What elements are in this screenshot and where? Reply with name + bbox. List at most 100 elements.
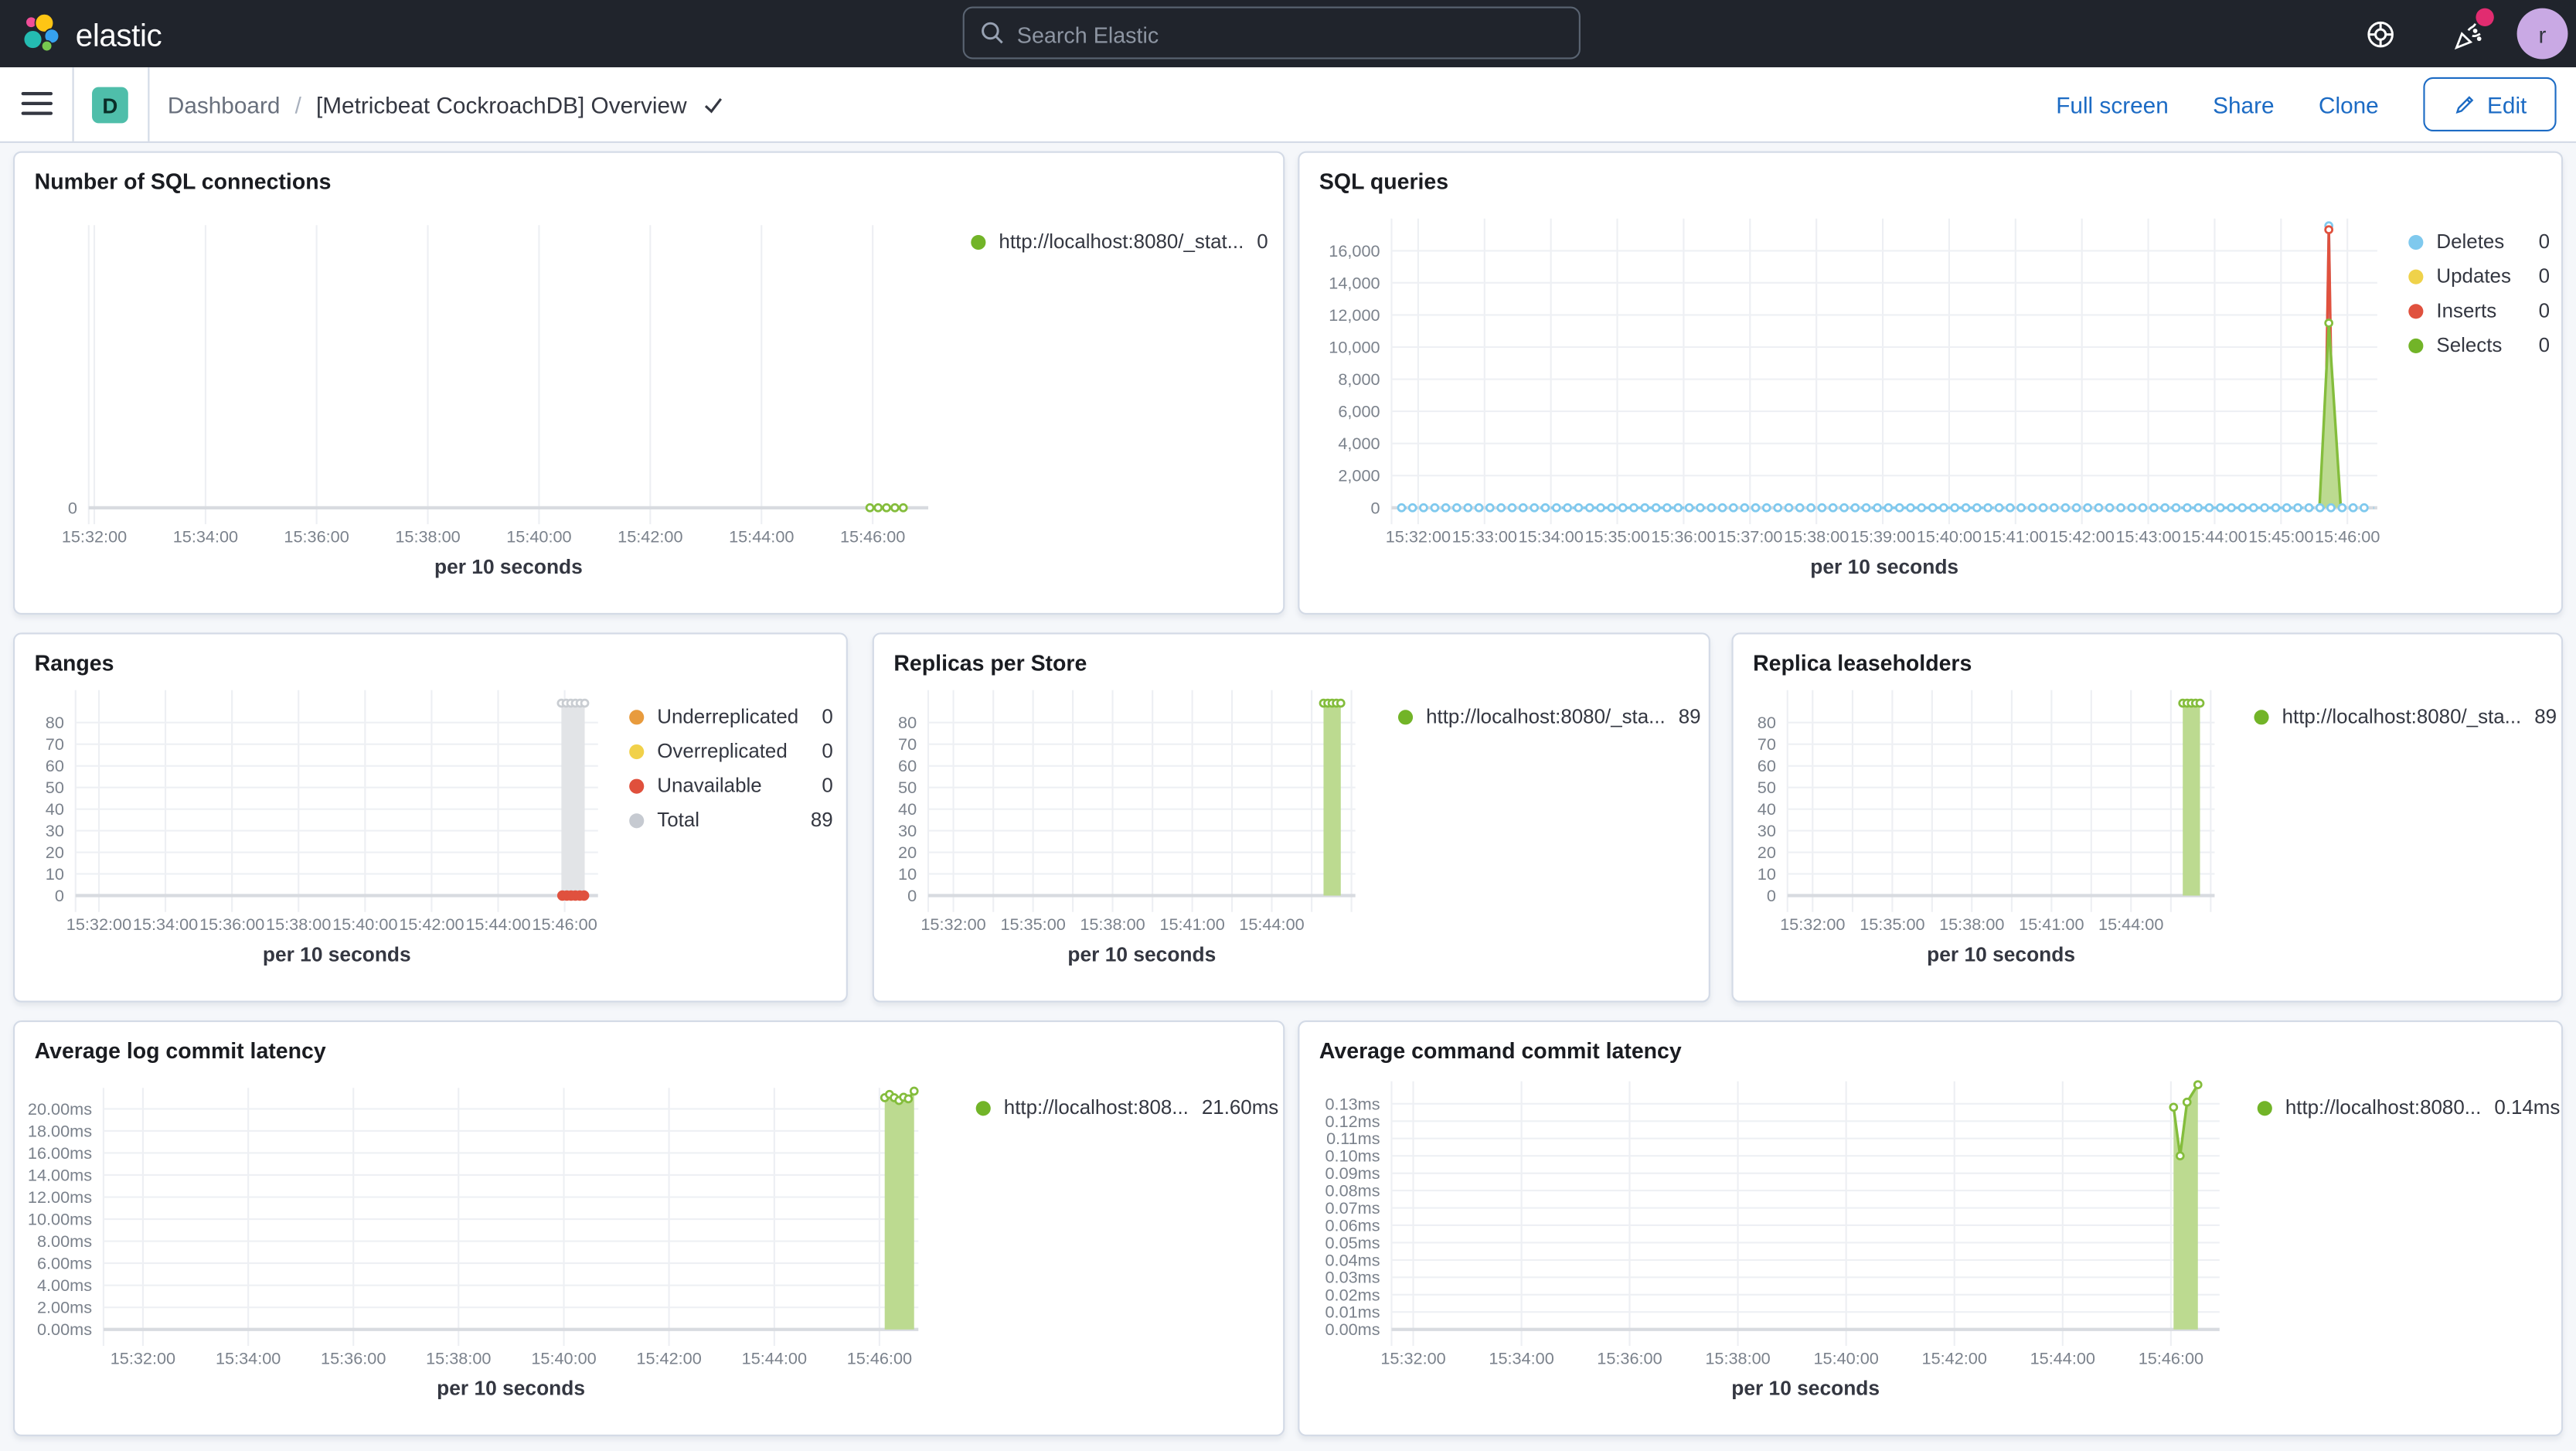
svg-text:15:38:00: 15:38:00: [1784, 526, 1849, 546]
search-input[interactable]: [1013, 9, 1563, 60]
svg-text:14,000: 14,000: [1329, 273, 1380, 292]
legend-item[interactable]: http://localhost:808... 21.60ms: [975, 1096, 1278, 1119]
legend-color-dot: [1397, 709, 1414, 724]
svg-text:15:40:00: 15:40:00: [1813, 1348, 1878, 1368]
legend-item-deletes[interactable]: Deletes 0: [2408, 230, 2550, 253]
svg-text:per 10 seconds: per 10 seconds: [263, 943, 411, 966]
svg-text:80: 80: [898, 713, 917, 732]
legend-item[interactable]: http://localhost:8080/_stat... 0: [971, 230, 1268, 253]
space-badge[interactable]: D: [92, 87, 128, 124]
svg-text:15:42:00: 15:42:00: [2049, 526, 2114, 546]
news-party-icon[interactable]: [2453, 20, 2484, 60]
legend-color-dot: [2408, 268, 2424, 284]
svg-text:50: 50: [46, 778, 64, 797]
panel-ranges: Ranges 0 10 20 30 40 50 60 70 80 15:32:00 15:34:00…: [13, 632, 848, 1003]
elastic-logo[interactable]: elastic: [20, 12, 162, 64]
legend-color-dot: [629, 812, 645, 828]
svg-text:15:34:00: 15:34:00: [1489, 1348, 1553, 1368]
menu-button[interactable]: [21, 92, 53, 117]
svg-text:15:35:00: 15:35:00: [1584, 526, 1649, 546]
page-title: [Metricbeat CockroachDB] Overview: [315, 90, 687, 118]
global-search[interactable]: [962, 6, 1581, 60]
svg-text:60: 60: [1758, 756, 1776, 775]
legend-item-underreplicated[interactable]: Underreplicated 0: [629, 705, 833, 728]
legend-color-dot: [975, 1100, 991, 1115]
legend-item-total[interactable]: Total 89: [629, 809, 833, 832]
toolbar-divider: [148, 67, 150, 141]
panel-number-of-sql-connections: Number of SQL connections 0 15:32:00 15:34…: [13, 151, 1285, 615]
svg-text:0: 0: [55, 886, 64, 905]
svg-text:15:44:00: 15:44:00: [2098, 915, 2163, 934]
share-button[interactable]: Share: [2213, 91, 2274, 118]
replicas-per-store-chart[interactable]: 0 10 20 30 40 50 60 70 80 15:32:00 15:35:00 15:38:0…: [874, 635, 1709, 1001]
svg-text:40: 40: [898, 799, 917, 819]
replica-leaseholders-chart[interactable]: 0 10 20 30 40 50 60 70 80 15:32:00 15:35:00 15:38:0…: [1734, 635, 2561, 1001]
svg-text:50: 50: [898, 778, 917, 797]
avg-log-commit-latency-chart[interactable]: 0.00ms 2.00ms 4.00ms 6.00ms 8.00ms 10.00ms 12.…: [15, 1022, 1283, 1435]
elastic-logo-icon: [20, 12, 63, 64]
chart-legend: http://localhost:8080/_sta... 89: [2254, 705, 2557, 728]
svg-text:15:41:00: 15:41:00: [1983, 526, 2048, 546]
legend-color-dot: [2257, 1100, 2272, 1115]
legend-item[interactable]: http://localhost:8080/_sta... 89: [1397, 705, 1701, 728]
edit-button[interactable]: Edit: [2423, 77, 2557, 132]
svg-text:70: 70: [46, 734, 64, 754]
svg-text:15:43:00: 15:43:00: [2115, 526, 2180, 546]
svg-text:50: 50: [1758, 778, 1776, 797]
legend-item[interactable]: http://localhost:8080/_sta... 89: [2254, 705, 2557, 728]
svg-text:80: 80: [46, 713, 64, 732]
svg-text:30: 30: [898, 821, 917, 840]
svg-text:60: 60: [46, 756, 64, 775]
sql-queries-chart[interactable]: 0 2,000 4,000 6,000 8,000 10,000 12,000 14,000 1…: [1299, 153, 2561, 613]
svg-text:10: 10: [1758, 864, 1776, 884]
svg-text:0.05ms: 0.05ms: [1325, 1233, 1380, 1252]
legend-item-overreplicated[interactable]: Overreplicated 0: [629, 740, 833, 762]
svg-text:16,000: 16,000: [1329, 241, 1380, 261]
chart-legend: http://localhost:8080... 0.14ms: [2257, 1096, 2560, 1119]
svg-text:0.01ms: 0.01ms: [1325, 1303, 1380, 1322]
breadcrumb-dashboard[interactable]: Dashboard: [168, 91, 281, 118]
svg-text:0.07ms: 0.07ms: [1325, 1198, 1380, 1218]
legend-item-inserts[interactable]: Inserts 0: [2408, 299, 2550, 322]
svg-text:15:32:00: 15:32:00: [1780, 915, 1845, 934]
svg-text:4.00ms: 4.00ms: [37, 1276, 92, 1295]
svg-text:15:42:00: 15:42:00: [399, 915, 464, 934]
svg-text:15:34:00: 15:34:00: [1518, 526, 1583, 546]
legend-item-selects[interactable]: Selects 0: [2408, 334, 2550, 356]
sql-connections-chart[interactable]: 0 15:32:00 15:34:00 15:36:00 15:38:00 15:40:0…: [15, 153, 1283, 613]
legend-item[interactable]: http://localhost:8080... 0.14ms: [2257, 1096, 2560, 1119]
svg-text:12,000: 12,000: [1329, 305, 1380, 325]
svg-text:14.00ms: 14.00ms: [28, 1165, 92, 1184]
svg-text:15:35:00: 15:35:00: [1000, 915, 1065, 934]
panel-title: Average log commit latency: [34, 1038, 326, 1064]
svg-text:15:38:00: 15:38:00: [395, 526, 460, 546]
clone-button[interactable]: Clone: [2319, 91, 2379, 118]
svg-text:15:34:00: 15:34:00: [173, 526, 238, 546]
legend-color-dot: [2408, 303, 2424, 318]
toolbar-actions: Full screen Share Clone Edit: [2056, 67, 2557, 141]
panel-title: Average command commit latency: [1319, 1038, 1682, 1064]
legend-item-unavailable[interactable]: Unavailable 0: [629, 774, 833, 797]
title-checkmark-icon[interactable]: [702, 93, 725, 116]
svg-text:70: 70: [898, 734, 917, 754]
legend-item-updates[interactable]: Updates 0: [2408, 264, 2550, 288]
svg-text:30: 30: [46, 821, 64, 840]
kibana-app: elastic r: [0, 0, 2576, 1451]
chart-legend: Underreplicated 0 Overreplicated 0 Unava…: [629, 705, 833, 832]
full-screen-button[interactable]: Full screen: [2056, 91, 2169, 118]
svg-text:0.10ms: 0.10ms: [1325, 1146, 1380, 1166]
svg-text:40: 40: [46, 799, 64, 819]
svg-text:20: 20: [46, 843, 64, 862]
svg-text:8.00ms: 8.00ms: [37, 1231, 92, 1251]
breadcrumb-separator: /: [294, 90, 301, 118]
avg-command-commit-latency-chart[interactable]: 0.00ms 0.01ms 0.02ms 0.03ms 0.04ms 0.05ms 0.06…: [1299, 1022, 2561, 1435]
svg-text:0.06ms: 0.06ms: [1325, 1215, 1380, 1235]
svg-text:0.12ms: 0.12ms: [1325, 1112, 1380, 1131]
svg-text:60: 60: [898, 756, 917, 775]
svg-text:70: 70: [1758, 734, 1776, 754]
svg-text:6.00ms: 6.00ms: [37, 1253, 92, 1272]
help-icon[interactable]: [2366, 20, 2395, 58]
svg-text:15:46:00: 15:46:00: [2139, 1348, 2203, 1368]
svg-text:15:44:00: 15:44:00: [2030, 1348, 2095, 1368]
user-avatar[interactable]: r: [2516, 8, 2568, 60]
